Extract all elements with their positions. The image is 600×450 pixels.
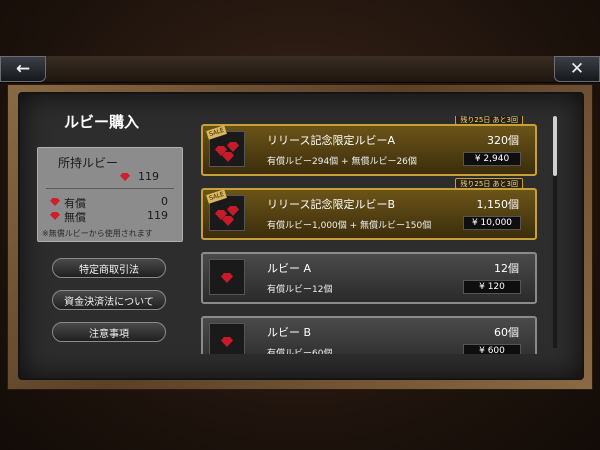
back-button[interactable]: ←	[0, 56, 46, 82]
ruby-icon	[209, 323, 245, 354]
back-arrow-icon: ←	[15, 59, 31, 79]
product-name: ルビー A	[267, 262, 312, 275]
divider	[46, 188, 174, 189]
product-name: リリース記念限定ルビーA	[267, 134, 395, 147]
price-tag: ¥ 10,000	[463, 216, 521, 230]
product-quantity: 320個	[487, 134, 519, 147]
limit-badge: 残り25日 あと3回	[455, 116, 523, 125]
scrollbar-thumb[interactable]	[553, 116, 557, 176]
paid-ruby-value: 0	[161, 195, 168, 208]
price-tag: ¥ 120	[463, 280, 521, 294]
commercial-law-button[interactable]: 特定商取引法	[52, 258, 166, 278]
usage-note: ※無償ルビーから使用されます	[42, 229, 153, 238]
product-description: 有償ルビー1,000個 + 無償ルビー150個	[267, 221, 432, 231]
notes-button[interactable]: 注意事項	[52, 322, 166, 342]
limit-badge: 残り25日 あと3回	[455, 178, 523, 189]
ruby-pile-icon: SALE	[206, 189, 245, 231]
product-card[interactable]: 残り25日 あと3回 SALE リリース記念限定ルビーB 1,150個 有償ルビ…	[201, 178, 537, 240]
product-card[interactable]: ルビー A 12個 有償ルビー12個 ¥ 120	[201, 252, 537, 304]
product-list[interactable]: 残り25日 あと3回 SALE リリース記念限定ルビーA 320個 有償ルビー2…	[197, 116, 545, 354]
ruby-icon	[50, 212, 60, 220]
product-name: リリース記念限定ルビーB	[267, 198, 395, 211]
holdings-title: 所持ルビー	[58, 156, 119, 170]
product-card[interactable]: ルビー B 60個 有償ルビー60個 ¥ 600	[201, 316, 537, 354]
price-tag: ¥ 2,940	[463, 152, 521, 166]
product-quantity: 12個	[494, 262, 519, 275]
ruby-pile-icon: SALE	[206, 125, 245, 167]
free-ruby-value: 119	[147, 209, 168, 222]
page-title: ルビー購入	[64, 113, 140, 131]
price-tag: ¥ 600	[463, 344, 521, 354]
top-bar	[0, 56, 600, 83]
product-description: 有償ルビー60個	[267, 349, 333, 354]
ruby-icon	[120, 173, 130, 181]
close-button[interactable]: ✕	[554, 56, 600, 82]
product-description: 有償ルビー12個	[267, 285, 333, 295]
ruby-holdings-box: 所持ルビー 119 有償 0 無償 119 ※無償ルビーから使用されます	[37, 147, 183, 242]
ruby-icon	[209, 259, 245, 295]
product-description: 有償ルビー294個 + 無償ルビー26個	[267, 157, 417, 167]
ruby-total: 119	[138, 170, 159, 183]
product-card[interactable]: 残り25日 あと3回 SALE リリース記念限定ルビーA 320個 有償ルビー2…	[201, 116, 537, 176]
close-icon: ✕	[569, 59, 585, 79]
product-name: ルビー B	[267, 326, 312, 339]
free-ruby-label: 無償	[64, 211, 86, 224]
product-quantity: 60個	[494, 326, 519, 339]
product-quantity: 1,150個	[476, 198, 520, 211]
ruby-icon	[50, 198, 60, 206]
payment-law-button[interactable]: 資金決済法について	[52, 290, 166, 310]
